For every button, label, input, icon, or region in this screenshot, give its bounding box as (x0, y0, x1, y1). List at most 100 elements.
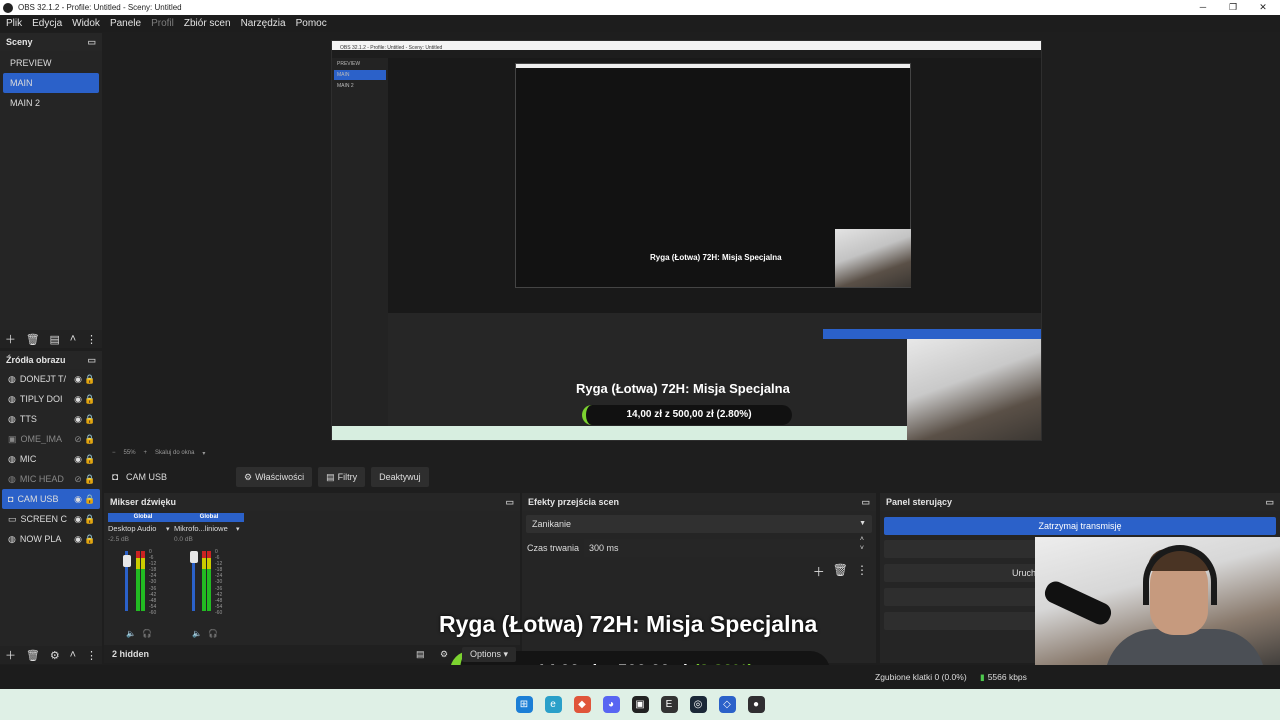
source-item[interactable]: ◍ DONEJT T/◉ 🔒 (2, 369, 100, 389)
undock-icon[interactable]: ▭ (861, 497, 870, 508)
more-icon[interactable]: ⋮ (856, 563, 868, 580)
chevron-up-icon[interactable]: ˄ (70, 333, 76, 345)
nested-webcam (907, 339, 1041, 440)
undock-icon[interactable]: ▭ (87, 37, 96, 48)
menu-pomoc[interactable]: Pomoc (296, 18, 327, 29)
scene-item-main[interactable]: MAIN (3, 73, 99, 93)
spinner-icon[interactable]: ˄ ˅ (860, 535, 864, 553)
zoom-in-icon[interactable]: + (144, 450, 148, 456)
lock-icon[interactable]: 🔒 (84, 514, 96, 525)
headphones-icon[interactable]: 🎧 (142, 629, 152, 638)
epic-games-icon[interactable]: E (660, 696, 678, 713)
gear-icon[interactable]: ⚙ (440, 645, 448, 663)
lock-icon[interactable]: 🔒 (84, 494, 96, 505)
deactivate-button[interactable]: Deaktywuj (371, 467, 429, 487)
scene-item-preview[interactable]: PREVIEW (3, 53, 99, 73)
chevron-down-icon[interactable]: ▾ (166, 525, 170, 533)
terminal-icon[interactable]: ▣ (631, 696, 649, 713)
eye-icon[interactable]: ◉ (72, 414, 84, 425)
lock-icon[interactable]: 🔒 (84, 534, 96, 545)
eye-icon[interactable]: ◉ (72, 374, 84, 385)
chevron-up-icon[interactable]: ˄ (70, 649, 76, 661)
source-item[interactable]: ◘ CAM USB ◉ 🔒 (2, 489, 100, 509)
eye-icon[interactable]: ◉ (72, 454, 84, 465)
source-item[interactable]: ◍ TIPLY DOI ◉ 🔒 (2, 389, 100, 409)
headphones-icon[interactable]: 🎧 (208, 629, 218, 638)
more-icon[interactable]: ⋮ (86, 649, 97, 662)
level-meter (207, 551, 211, 611)
lock-icon[interactable]: 🔒 (84, 374, 96, 385)
options-button[interactable]: Options ▾ (462, 647, 517, 662)
trash-icon[interactable]: 🗑 (26, 649, 40, 662)
minimize-icon[interactable]: ─ (1188, 0, 1218, 15)
more-icon[interactable]: ⋮ (86, 333, 97, 346)
menu-panele[interactable]: Panele (110, 18, 141, 29)
eye-icon[interactable]: ◉ (72, 514, 84, 525)
discord-icon[interactable]: ◕ (602, 696, 620, 713)
eye-off-icon[interactable]: ⊘ (72, 474, 84, 485)
global-badge: Global (174, 513, 244, 522)
undock-icon[interactable]: ▭ (87, 355, 96, 366)
source-item[interactable]: ▭ SCREEN C ◉ 🔒 (2, 509, 100, 529)
lock-icon[interactable]: 🔒 (84, 454, 96, 465)
trash-icon[interactable]: 🗑 (833, 563, 848, 580)
global-badge: Global (108, 513, 178, 522)
nested-title-bar: OBS 32.1.2 - Profile: Untitled - Sceny: … (332, 41, 1041, 51)
eye-icon[interactable]: ◉ (72, 534, 84, 545)
speaker-icon[interactable]: 🔈 (126, 629, 136, 638)
steam-icon[interactable]: ◎ (689, 696, 707, 713)
headphones-icon (1143, 545, 1217, 605)
lock-icon[interactable]: 🔒 (84, 434, 96, 445)
properties-button[interactable]: ⚙ Właściwości (236, 467, 313, 487)
undock-icon[interactable]: ▭ (505, 497, 514, 508)
volume-knob[interactable] (190, 551, 198, 563)
close-icon[interactable]: ✕ (1248, 0, 1278, 15)
zoom-out-icon[interactable]: − (112, 450, 116, 456)
undock-icon[interactable]: ▭ (1265, 497, 1274, 508)
menu-widok[interactable]: Widok (72, 18, 100, 29)
eye-off-icon[interactable]: ⊘ (72, 434, 84, 445)
eye-icon[interactable]: ◉ (72, 394, 84, 405)
camera-icon: ◘ (112, 471, 119, 483)
filter-icon[interactable]: ▤ (50, 333, 60, 346)
monitor-icon: ▭ (8, 513, 17, 524)
gear-icon[interactable]: ⚙ (50, 649, 60, 662)
menu-profil[interactable]: Profil (151, 18, 174, 29)
mixer-layout-icon[interactable]: ▤ (416, 645, 425, 663)
eye-icon[interactable]: ◉ (72, 494, 84, 505)
edge-icon[interactable]: e (544, 696, 562, 713)
add-icon[interactable]: ＋ (5, 331, 16, 347)
source-item[interactable]: ◍ TTS ◉ 🔒 (2, 409, 100, 429)
taskbar: ⊞ e ◆ ◕ ▣ E ◎ ◇ ● (0, 689, 1280, 720)
app-icon[interactable]: ◇ (718, 696, 736, 713)
source-item[interactable]: ◍ MIC HEAD ⊘ 🔒 (2, 469, 100, 489)
add-icon[interactable]: ＋ (813, 563, 825, 580)
scale-mode[interactable]: Skaluj do okna (155, 450, 194, 456)
filters-button[interactable]: ▤ Filtry (318, 467, 366, 487)
transition-select[interactable]: Zanikanie ▼ (526, 515, 872, 533)
menu-zbior-scen[interactable]: Zbiór scen (184, 18, 231, 29)
volume-knob[interactable] (123, 555, 131, 567)
source-item[interactable]: ◍ MIC ◉ 🔒 (2, 449, 100, 469)
windows-start-icon[interactable]: ⊞ (515, 696, 533, 713)
menu-plik[interactable]: Plik (6, 18, 22, 29)
lock-icon[interactable]: 🔒 (84, 394, 96, 405)
add-icon[interactable]: ＋ (5, 647, 16, 663)
zoom-level: 55% (123, 450, 136, 456)
chevron-down-icon[interactable]: ▾ (236, 525, 240, 533)
duration-input[interactable]: 300 ms ˄ ˅ (584, 536, 870, 557)
chevron-down-icon[interactable]: ▾ (202, 450, 205, 457)
scene-item-main-2[interactable]: MAIN 2 (3, 93, 99, 113)
obs-icon[interactable]: ● (747, 696, 765, 713)
menu-narzedzia[interactable]: Narzędzia (241, 18, 286, 29)
lock-icon[interactable]: 🔒 (84, 474, 96, 485)
source-item[interactable]: ▣ OME_IMA ⊘ 🔒 (2, 429, 100, 449)
menu-edycja[interactable]: Edycja (32, 18, 62, 29)
source-item[interactable]: ◍ NOW PLA ◉ 🔒 (2, 529, 100, 549)
brave-icon[interactable]: ◆ (573, 696, 591, 713)
trash-icon[interactable]: 🗑 (26, 333, 40, 346)
maximize-icon[interactable]: ❐ (1218, 0, 1248, 15)
lock-icon[interactable]: 🔒 (84, 414, 96, 425)
speaker-icon[interactable]: 🔈 (192, 629, 202, 638)
stop-stream-button[interactable]: Zatrzymaj transmisję (884, 517, 1276, 535)
